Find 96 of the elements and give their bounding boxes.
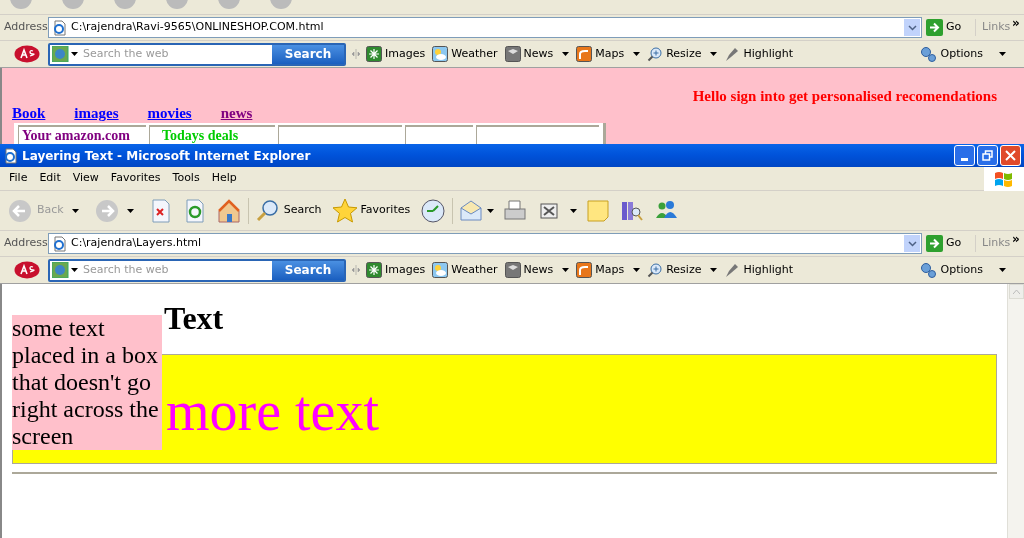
dropdown-arrow-icon[interactable]: [633, 52, 641, 56]
restore-icon: [982, 150, 993, 161]
nav-link[interactable]: Book: [12, 105, 48, 122]
close-button[interactable]: [1000, 145, 1021, 166]
search-placeholder: Search the web: [83, 45, 169, 62]
sun-cloud-icon: [432, 46, 449, 62]
options-button[interactable]: Options: [919, 45, 1006, 63]
toolbar-item[interactable]: News: [504, 45, 570, 63]
toolbar-item[interactable]: Weather: [432, 261, 498, 279]
toolbar-item[interactable]: Highlight: [724, 45, 794, 63]
map-icon: [576, 46, 593, 62]
chevron[interactable]: »: [1012, 17, 1024, 29]
banner-text: more text: [166, 381, 380, 441]
address-field[interactable]: C:\rajendra\Ravi-9565\ONLINESHOP.COM.html: [48, 17, 922, 38]
go-button[interactable]: Go: [922, 235, 976, 252]
edit-dropdown-icon[interactable]: [570, 208, 578, 213]
dropdown-arrow-icon[interactable]: [562, 52, 570, 56]
dropdown-arrow-icon[interactable]: [562, 268, 570, 272]
toolbar-item[interactable]: Resize: [647, 45, 718, 63]
forward-dropdown-icon[interactable]: [126, 208, 134, 213]
page-icon: [3, 147, 19, 164]
newspaper-icon: [504, 262, 521, 278]
toolbar-item[interactable]: Maps: [576, 45, 641, 63]
scrollbar[interactable]: [1007, 284, 1024, 538]
back-dropdown-icon[interactable]: [71, 208, 79, 213]
toolbar-item[interactable]: News: [504, 261, 570, 279]
address-value: C:\rajendra\Layers.html: [71, 235, 203, 252]
menu-item[interactable]: Edit: [33, 170, 67, 187]
restore-button[interactable]: [977, 145, 998, 166]
flag-logo: [994, 169, 1014, 188]
favorites-button[interactable]: Favorites: [331, 197, 411, 224]
chevron-up-icon: [1012, 289, 1020, 294]
page-heading: Text: [164, 300, 224, 336]
menu-item[interactable]: Help: [205, 170, 243, 187]
globe-icon[interactable]: [52, 46, 79, 62]
star-icon: [331, 197, 358, 224]
go-button[interactable]: Go: [922, 19, 976, 36]
dropdown-arrow-icon[interactable]: [999, 52, 1006, 56]
sun-cloud-icon: [432, 262, 449, 278]
nav-link[interactable]: images: [74, 105, 121, 122]
minimize-button[interactable]: [954, 145, 975, 166]
text-box: some text placed in a box that doesn't go right across the screen: [12, 315, 162, 450]
globe-icon[interactable]: [52, 262, 79, 278]
dropdown-arrow-icon[interactable]: [633, 268, 641, 272]
map-icon: [576, 262, 593, 278]
toolbar-item[interactable]: Images: [366, 261, 426, 279]
address-label: Address: [4, 235, 48, 252]
marker-icon: [724, 46, 741, 62]
toolbar-item[interactable]: Resize: [647, 261, 718, 279]
search-button[interactable]: Search: [272, 260, 344, 280]
nav-link[interactable]: movies: [147, 105, 194, 122]
search-placeholder: Search the web: [83, 261, 169, 278]
grip-icon: [352, 265, 360, 275]
search-icon: [254, 197, 281, 224]
history-button[interactable]: [420, 197, 447, 224]
search-button[interactable]: Search: [272, 44, 344, 64]
window-title: Layering Text - Microsoft Internet Explorer: [22, 147, 311, 165]
menu-item[interactable]: View: [66, 170, 105, 187]
menu-item[interactable]: Tools: [166, 170, 206, 187]
close-icon: [1005, 150, 1016, 161]
address-dropdown-button[interactable]: [904, 19, 920, 36]
ask-logo[interactable]: [14, 45, 40, 63]
newspaper-icon: [504, 46, 521, 62]
menu-item[interactable]: Favorites: [104, 170, 167, 187]
chevron[interactable]: »: [1012, 233, 1024, 245]
home-button[interactable]: [215, 197, 242, 224]
address-value: C:\rajendra\Ravi-9565\ONLINESHOP.COM.html: [71, 19, 325, 36]
ask-logo[interactable]: [14, 261, 40, 279]
dropdown-arrow-icon[interactable]: [710, 268, 718, 272]
toolbar-item[interactable]: Highlight: [724, 261, 794, 279]
toolbar-item[interactable]: Maps: [576, 261, 641, 279]
mail-dropdown-icon[interactable]: [487, 208, 495, 213]
magnifier-plus-icon: [647, 262, 664, 278]
sparkle-icon: [366, 46, 382, 62]
greeting-text: Hello sign into get personalised recomendations: [692, 87, 997, 106]
magnifier-plus-icon: [647, 46, 664, 62]
chevron-down-icon: [907, 24, 917, 31]
address-field[interactable]: C:\rajendra\Layers.html: [48, 233, 922, 254]
arrow-right-icon: [926, 19, 943, 36]
options-button[interactable]: Options: [919, 261, 1006, 279]
address-label: Address: [4, 19, 48, 36]
address-dropdown-button[interactable]: [904, 235, 920, 252]
toolbar-item[interactable]: Images: [366, 45, 426, 63]
chevron-down-icon: [907, 240, 917, 247]
dropdown-arrow-icon[interactable]: [710, 52, 718, 56]
nav-link[interactable]: news: [220, 105, 255, 122]
arrow-right-icon: [926, 235, 943, 252]
grip-icon: [352, 49, 360, 59]
dropdown-arrow-icon[interactable]: [999, 268, 1006, 272]
sparkle-icon: [366, 262, 382, 278]
page-icon: [52, 235, 68, 252]
page-icon: [52, 19, 68, 36]
menu-item[interactable]: File: [3, 170, 34, 187]
search-toolbar-button[interactable]: Search: [254, 197, 322, 224]
toolbar-item[interactable]: Weather: [432, 45, 498, 63]
marker-icon: [724, 262, 741, 278]
